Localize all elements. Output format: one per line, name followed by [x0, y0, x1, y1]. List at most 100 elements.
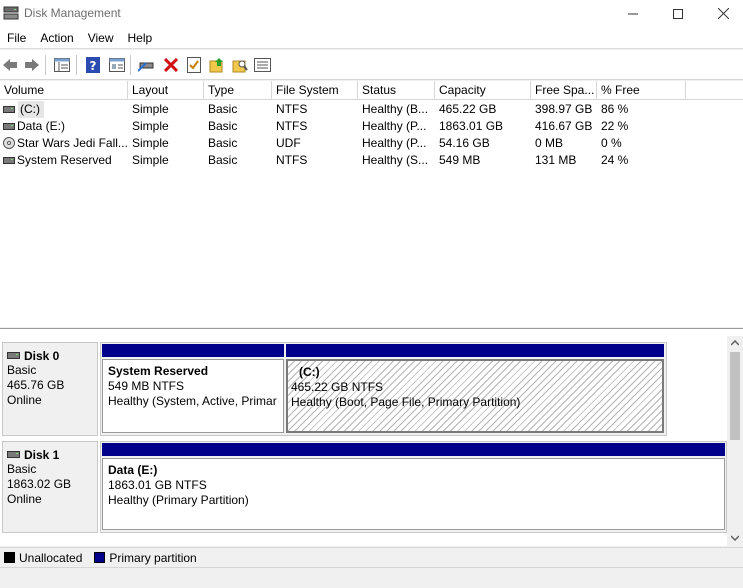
volume-type: Basic: [208, 102, 238, 116]
partition-body: System Reserved 549 MB NTFS Healthy (Sys…: [102, 359, 284, 433]
properties-button[interactable]: [107, 55, 126, 74]
search-folder-button[interactable]: [230, 55, 249, 74]
back-arrow-icon: [2, 58, 17, 71]
volume-name: System Reserved: [17, 153, 112, 167]
connect-icon: [138, 61, 154, 72]
check-icon: [186, 56, 201, 73]
partition-data-e[interactable]: Data (E:) 1863.01 GB NTFS Healthy (Prima…: [102, 443, 725, 530]
title-bar: Disk Management: [0, 0, 743, 27]
partition-size: 465.22 GB NTFS: [291, 380, 384, 394]
volume-layout: Simple: [132, 153, 169, 167]
scrollbar-thumb[interactable]: [730, 352, 740, 440]
volume-status: Healthy (P...: [362, 119, 427, 133]
partition-body: Data (E:) 1863.01 GB NTFS Healthy (Prima…: [102, 458, 725, 530]
disk-size: 465.76 GB: [7, 378, 65, 392]
disk-name: Disk 0: [24, 348, 60, 363]
disk-1-partitions: Data (E:) 1863.01 GB NTFS Healthy (Prima…: [100, 441, 727, 533]
volume-file-system: NTFS: [276, 153, 308, 167]
volume-type: Basic: [208, 136, 238, 150]
volume-row[interactable]: System Reserved Simple Basic NTFS Health…: [0, 152, 743, 169]
delete-icon: [163, 57, 178, 72]
back-button[interactable]: [0, 55, 19, 74]
delete-button[interactable]: [161, 55, 180, 74]
disk-0-label[interactable]: Disk 0 Basic 465.76 GB Online: [2, 342, 98, 436]
partition-legend: Unallocated Primary partition: [0, 547, 743, 567]
column-header-file-system[interactable]: File System: [272, 81, 358, 100]
volume-file-system: UDF: [276, 136, 301, 150]
primary-partition-swatch: [94, 552, 106, 563]
disk-name: Disk 1: [24, 447, 60, 462]
status-bar: [0, 567, 743, 588]
list-header: Volume Layout Type File System Status Ca…: [0, 81, 743, 100]
close-icon: [717, 8, 729, 19]
volume-percent-free: 0 %: [601, 136, 622, 150]
disk-icon: [7, 352, 20, 359]
show-console-tree-button[interactable]: [52, 55, 71, 74]
disk-name-row: Disk 0: [7, 348, 97, 363]
menu-help[interactable]: Help: [121, 31, 160, 45]
column-header-volume[interactable]: Volume: [0, 81, 128, 100]
disk-type: Basic: [7, 363, 37, 377]
connect-button[interactable]: [137, 55, 156, 74]
volume-row[interactable]: Star Wars Jedi Fall... Simple Basic UDF …: [0, 135, 743, 152]
volume-type: Basic: [208, 153, 238, 167]
column-header-layout[interactable]: Layout: [128, 81, 204, 100]
volume-capacity: 1863.01 GB: [439, 119, 504, 133]
menu-view[interactable]: View: [81, 31, 121, 45]
volume-list: Volume Layout Type File System Status Ca…: [0, 81, 743, 327]
column-header-percent-free[interactable]: % Free: [597, 81, 686, 100]
volume-file-system: NTFS: [276, 119, 308, 133]
volume-layout: Simple: [132, 102, 169, 116]
legend-unallocated: Unallocated: [19, 550, 83, 565]
drive-icon: [3, 123, 15, 130]
unallocated-swatch: [4, 552, 15, 563]
partition-size: 549 MB NTFS: [108, 379, 185, 393]
volume-name: Star Wars Jedi Fall...: [17, 136, 127, 150]
check-button[interactable]: [184, 55, 203, 74]
volume-row[interactable]: Data (E:) Simple Basic NTFS Healthy (P..…: [0, 118, 743, 135]
minimize-button[interactable]: [610, 0, 656, 27]
volume-free-space: 416.67 GB: [535, 119, 593, 133]
partition-size: 1863.01 GB NTFS: [108, 478, 207, 492]
partition-name: Data (E:): [108, 463, 158, 477]
help-button[interactable]: ?: [83, 55, 102, 74]
column-header-type[interactable]: Type: [204, 81, 272, 100]
close-button[interactable]: [700, 0, 743, 27]
partition-c-drive[interactable]: (C:) 465.22 GB NTFS Healthy (Boot, Page …: [286, 344, 664, 433]
disk-1-label[interactable]: Disk 1 Basic 1863.02 GB Online: [2, 441, 98, 533]
forward-arrow-icon: [24, 58, 39, 71]
menu-action[interactable]: Action: [33, 31, 80, 45]
list-view-button[interactable]: [253, 55, 272, 74]
disc-icon: [3, 137, 15, 149]
legend-primary-partition: Primary partition: [109, 550, 197, 565]
column-header-status[interactable]: Status: [358, 81, 435, 100]
vertical-scrollbar[interactable]: [727, 336, 743, 546]
partition-system-reserved[interactable]: System Reserved 549 MB NTFS Healthy (Sys…: [102, 344, 284, 433]
volume-layout: Simple: [132, 136, 169, 150]
svg-text:?: ?: [89, 59, 96, 73]
column-header-capacity[interactable]: Capacity: [435, 81, 531, 100]
column-header-free-space[interactable]: Free Spa...: [531, 81, 597, 100]
window-title: Disk Management: [24, 6, 121, 20]
properties-icon: [108, 57, 125, 72]
volume-row[interactable]: (C:) Simple Basic NTFS Healthy (B... 465…: [0, 101, 743, 118]
scroll-down-icon[interactable]: [731, 535, 739, 541]
disk-type: Basic: [7, 462, 37, 476]
volume-name: (C:): [18, 101, 44, 118]
partition-name: (C:): [299, 365, 320, 379]
volume-percent-free: 24 %: [601, 153, 629, 167]
maximize-icon: [673, 8, 683, 19]
maximize-button[interactable]: [655, 0, 701, 27]
toolbar: ?: [0, 50, 743, 80]
forward-button[interactable]: [22, 55, 41, 74]
volume-capacity: 549 MB: [439, 153, 481, 167]
minimize-icon: [628, 13, 638, 14]
menu-bar: File Action View Help: [0, 27, 743, 49]
partition-header-bar: [102, 443, 725, 456]
volume-percent-free: 22 %: [601, 119, 629, 133]
menu-file[interactable]: File: [0, 31, 33, 45]
disk-icon: [7, 451, 20, 458]
scroll-up-icon[interactable]: [731, 340, 739, 346]
volume-file-system: NTFS: [276, 102, 308, 116]
folder-up-button[interactable]: [207, 55, 226, 74]
